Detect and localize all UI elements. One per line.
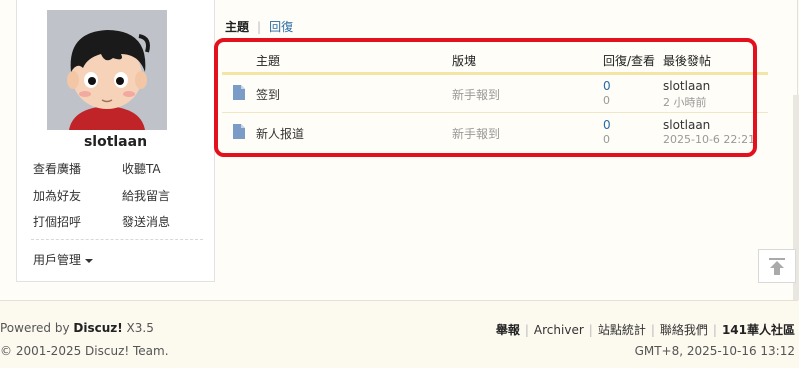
row-divider (222, 112, 768, 113)
say-hello-link[interactable]: 打個招呼 (33, 213, 81, 230)
thread-replies[interactable]: 0 (603, 118, 611, 132)
header-counts: 回復/查看 (603, 54, 656, 68)
profile-username[interactable]: slotlaan (17, 134, 214, 150)
copyright: © 2001-2025 Discuz! Team. (0, 344, 169, 358)
discuz-link[interactable]: Discuz! (73, 321, 122, 335)
send-message-link[interactable]: 發送消息 (122, 213, 170, 230)
powered-by: Powered by Discuz! X3.5 (0, 321, 154, 335)
leave-message-link[interactable]: 給我留言 (122, 187, 170, 204)
last-post-time[interactable]: 2025-10-6 22:21 (663, 133, 755, 146)
tab-separator: | (257, 20, 262, 34)
add-friend-link[interactable]: 加為好友 (33, 187, 81, 204)
profile-divider (31, 239, 203, 240)
site-name-link[interactable]: 141華人社區 (722, 323, 795, 337)
content-tabs: 主題 | 回復 (225, 18, 293, 35)
avatar-image (47, 10, 167, 130)
thread-forum[interactable]: 新手報到 (452, 125, 500, 142)
contact-link[interactable]: 聯絡我們 (660, 323, 708, 337)
footer-separator: | (524, 323, 529, 337)
powered-by-prefix: Powered by (0, 321, 74, 335)
last-poster[interactable]: slotlaan (663, 79, 710, 93)
header-subject: 主題 (256, 54, 281, 68)
last-poster[interactable]: slotlaan (663, 118, 710, 132)
profile-card: slotlaan 查看廣播 收聽TA 加為好友 給我留言 打個招呼 發送消息 用… (16, 0, 215, 282)
caret-down-icon (85, 258, 94, 263)
thread-forum[interactable]: 新手報到 (452, 86, 500, 103)
thread-title[interactable]: 新人报道 (256, 125, 304, 142)
header-last-post: 最後發帖 (663, 54, 712, 68)
header-forum: 版塊 (452, 54, 477, 68)
tab-threads[interactable]: 主題 (225, 20, 249, 34)
user-management-label: 用戶管理 (33, 253, 82, 267)
last-post-time[interactable]: 2 小時前 (663, 94, 707, 110)
site-stats-link[interactable]: 站點統計 (598, 323, 646, 337)
footer-separator: | (588, 323, 593, 337)
archiver-link[interactable]: Archiver (534, 323, 584, 337)
back-to-top-button[interactable] (758, 249, 796, 283)
report-link[interactable]: 舉報 (496, 323, 520, 337)
footer-separator: | (650, 323, 655, 337)
header-divider (222, 72, 768, 75)
document-icon (233, 85, 245, 100)
tab-replies[interactable]: 回復 (269, 20, 293, 34)
footer-links: 舉報 | Archiver | 站點統計 | 聯絡我們 | 141華人社區 (496, 321, 795, 338)
server-timestamp: GMT+8, 2025-10-16 13:12 (634, 344, 795, 358)
avatar[interactable] (47, 10, 167, 130)
footer-separator: | (712, 323, 717, 337)
view-broadcast-link[interactable]: 查看廣播 (33, 160, 81, 177)
thread-title[interactable]: 签到 (256, 86, 280, 103)
powered-by-version: X3.5 (122, 321, 154, 335)
thread-views: 0 (603, 133, 610, 146)
follow-link[interactable]: 收聽TA (122, 160, 161, 177)
user-management-menu[interactable]: 用戶管理 (33, 251, 94, 268)
thread-replies[interactable]: 0 (603, 79, 611, 93)
back-to-top-icon (769, 258, 785, 275)
thread-views: 0 (603, 94, 610, 107)
document-icon (233, 124, 245, 139)
